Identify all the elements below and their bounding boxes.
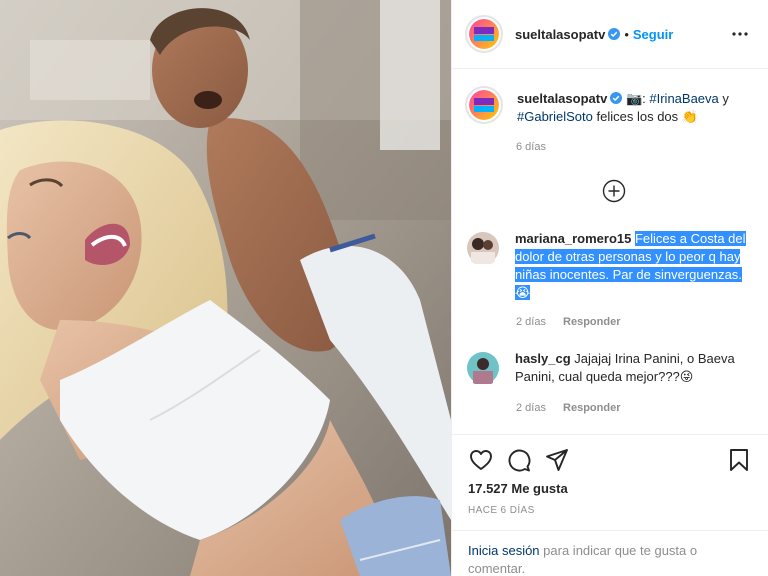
- comments-section: sueltalasopatv 📷: #IrinaBaeva y #Gabriel…: [452, 70, 768, 434]
- comment-time[interactable]: 2 días: [516, 402, 546, 414]
- account-username[interactable]: sueltalasopatv: [515, 27, 605, 42]
- comment-row: mariana_romero15 Felices a Costa del dol…: [465, 230, 752, 302]
- instagram-post: sueltalasopatv • Seguir sueltalasopatv 📷…: [0, 0, 768, 576]
- comment-username[interactable]: hasly_cg: [515, 351, 571, 366]
- bookmark-icon[interactable]: [726, 447, 752, 473]
- comment-time[interactable]: 2 días: [516, 316, 546, 328]
- caption-text: sueltalasopatv 📷: #IrinaBaeva y #Gabriel…: [517, 90, 729, 126]
- caption-avatar[interactable]: [465, 86, 503, 124]
- comment-meta: 2 días Responder: [516, 316, 621, 328]
- load-more-comments-icon[interactable]: [602, 179, 626, 203]
- reply-button[interactable]: Responder: [563, 402, 620, 414]
- hashtag-gabrielsoto[interactable]: #GabrielSoto: [517, 109, 593, 124]
- reply-button[interactable]: Responder: [563, 316, 620, 328]
- caption-time: 6 días: [516, 141, 546, 153]
- camera-emoji: 📷: [625, 91, 643, 106]
- heart-icon[interactable]: [468, 447, 494, 473]
- commenter-avatar[interactable]: [465, 350, 501, 386]
- hashtag-irinabaeva[interactable]: #IrinaBaeva: [649, 91, 718, 106]
- caption-body: felices los dos: [596, 109, 679, 124]
- post-date[interactable]: HACE 6 DÍAS: [468, 505, 535, 516]
- comment-icon[interactable]: [506, 447, 532, 473]
- share-icon[interactable]: [544, 447, 570, 473]
- winking-emoji: 😜: [679, 369, 694, 384]
- caption-row: sueltalasopatv 📷: #IrinaBaeva y #Gabriel…: [465, 86, 752, 126]
- caption-and: y: [722, 91, 729, 106]
- header-separator: •: [624, 26, 629, 42]
- verified-badge-icon: [610, 92, 623, 104]
- brand-logo: [469, 90, 499, 120]
- more-options-icon[interactable]: [728, 22, 752, 46]
- post-actions: 17.527 Me gusta HACE 6 DÍAS Inicia sesió…: [452, 434, 768, 576]
- post-photo-illustration: [0, 0, 451, 576]
- follow-button[interactable]: Seguir: [633, 27, 673, 42]
- clap-emoji: 👏: [681, 109, 698, 124]
- login-link[interactable]: Inicia sesión: [468, 543, 540, 558]
- likes-count[interactable]: 17.527 Me gusta: [468, 481, 568, 496]
- comment-text: mariana_romero15 Felices a Costa del dol…: [515, 230, 752, 302]
- post-panel: sueltalasopatv • Seguir sueltalasopatv 📷…: [451, 0, 768, 576]
- comment-meta: 2 días Responder: [516, 402, 621, 414]
- comment-text: hasly_cg Jajajaj Irina Panini, o Baeva P…: [515, 350, 752, 386]
- commenter-avatar[interactable]: [465, 230, 501, 266]
- action-icons: [468, 447, 752, 473]
- brand-logo: [469, 19, 499, 49]
- comment-row: hasly_cg Jajajaj Irina Panini, o Baeva P…: [465, 350, 752, 386]
- post-photo[interactable]: [0, 0, 451, 576]
- crying-emoji: 😭: [515, 285, 531, 300]
- caption-username[interactable]: sueltalasopatv: [517, 91, 607, 106]
- post-header: sueltalasopatv • Seguir: [452, 0, 768, 69]
- caption-time-text[interactable]: 6 días: [516, 141, 546, 153]
- login-prompt: Inicia sesión para indicar que te gusta …: [452, 530, 768, 576]
- caption-separator: :: [642, 91, 646, 106]
- verified-badge-icon: [608, 28, 621, 40]
- account-avatar[interactable]: [465, 15, 503, 53]
- comment-username[interactable]: mariana_romero15: [515, 231, 631, 246]
